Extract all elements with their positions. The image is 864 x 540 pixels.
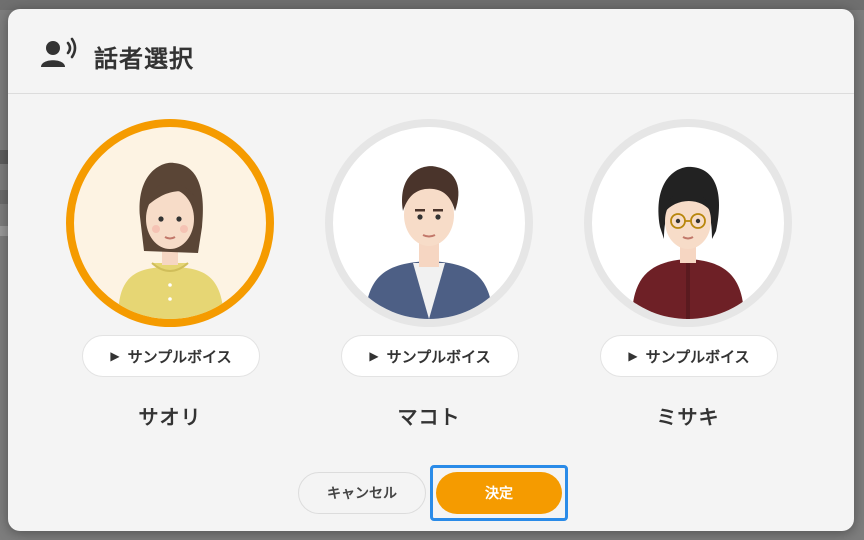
speaker-card-makoto: ▶ サンプルボイス マコト bbox=[325, 119, 537, 429]
sample-voice-label: サンプルボイス bbox=[645, 347, 750, 366]
sample-voice-label: サンプルボイス bbox=[386, 347, 491, 366]
background-text bbox=[0, 190, 8, 204]
sample-voice-button-misaki[interactable]: ▶ サンプルボイス bbox=[600, 335, 778, 377]
speaker-card-misaki: ▶ サンプルボイス ミサキ bbox=[584, 119, 796, 429]
play-icon: ▶ bbox=[110, 349, 120, 363]
sample-voice-button-saori[interactable]: ▶ サンプルボイス bbox=[82, 335, 260, 377]
speaker-name-saori: サオリ bbox=[138, 405, 202, 429]
cancel-button[interactable]: キャンセル bbox=[298, 472, 426, 514]
background-bar bbox=[0, 226, 8, 236]
avatar-saori[interactable] bbox=[66, 119, 274, 327]
dialog-header: 話者選択 bbox=[8, 9, 854, 94]
dialog-title: 話者選択 bbox=[94, 45, 194, 73]
speaker-select-dialog: 話者選択 ▶ サンプルボイス サオリ ▶ サンプルボイス マコト ▶ サンプルボ… bbox=[8, 9, 854, 531]
sample-voice-button-makoto[interactable]: ▶ サンプルボイス bbox=[341, 335, 519, 377]
play-icon: ▶ bbox=[369, 349, 379, 363]
speaker-card-saori: ▶ サンプルボイス サオリ bbox=[66, 119, 278, 429]
avatar-makoto[interactable] bbox=[325, 119, 533, 327]
background-text bbox=[0, 150, 8, 164]
confirm-button[interactable]: 決定 bbox=[436, 472, 562, 514]
speaker-name-misaki: ミサキ bbox=[656, 405, 720, 429]
speaker-voice-icon bbox=[40, 37, 80, 69]
speaker-name-makoto: マコト bbox=[397, 405, 461, 429]
sample-voice-label: サンプルボイス bbox=[127, 347, 232, 366]
play-icon: ▶ bbox=[628, 349, 638, 363]
avatar-misaki[interactable] bbox=[584, 119, 792, 327]
